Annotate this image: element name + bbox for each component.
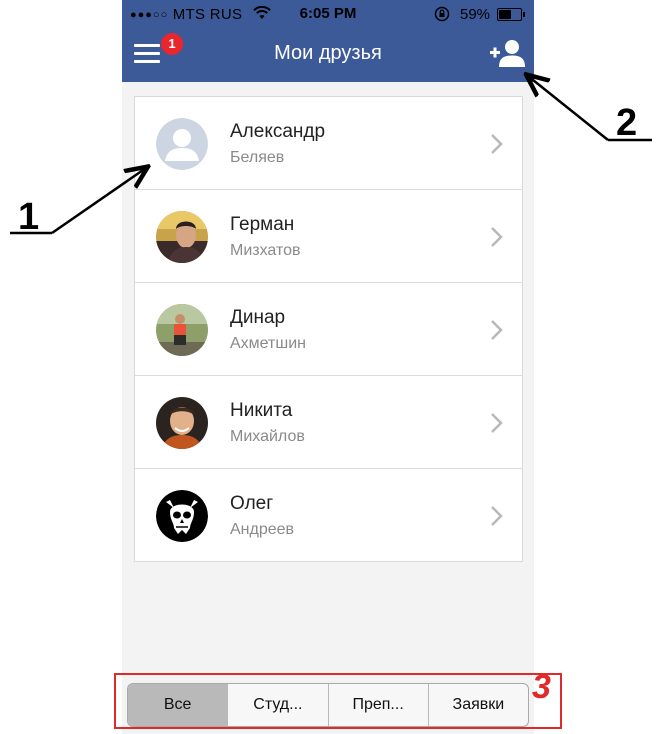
annotation-highlight-box [114, 673, 562, 729]
annotation-label-2: 2 [616, 102, 638, 144]
annotation-arrows [10, 0, 652, 235]
annotation-label-3: 3 [532, 668, 551, 706]
annotation-label-1: 1 [18, 196, 40, 238]
